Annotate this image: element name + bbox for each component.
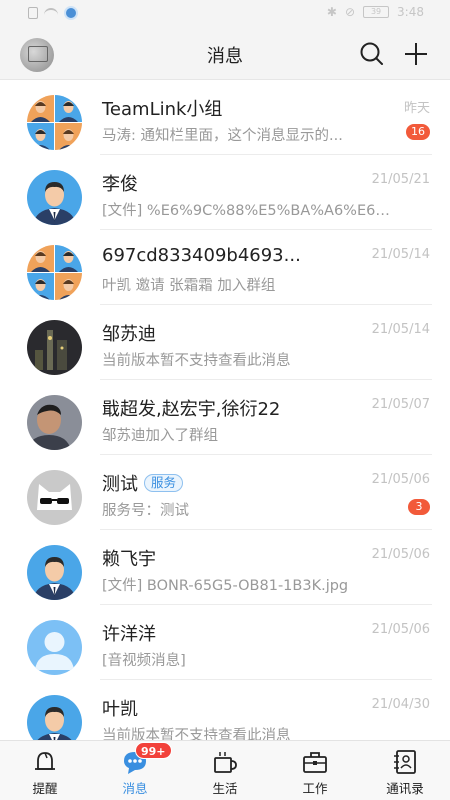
- tab-chat-bubble[interactable]: 消息 99+: [90, 741, 180, 800]
- conversation-name-wrap: 戢超发,赵宏宇,徐衍22: [102, 395, 280, 421]
- conversation-item[interactable]: 697cd833409b4693... 叶凯 邀请 张霜霜 加入群组 21/05/1…: [0, 230, 450, 305]
- conversation-avatar[interactable]: [27, 545, 82, 600]
- bell-icon: [31, 748, 59, 776]
- conversation-name-wrap: 赖飞宇: [102, 545, 156, 571]
- cup-icon: [211, 748, 239, 776]
- conversation-name: TeamLink小组: [102, 99, 223, 120]
- status-bar-right: ✱ ⊘ 39 3:48: [327, 5, 424, 19]
- conversation-preview: [音视频消息]: [102, 653, 186, 669]
- plus-icon: [405, 43, 427, 65]
- conversation-avatar[interactable]: [27, 395, 82, 450]
- conversation-preview: 当前版本暂不支持查看此消息: [102, 353, 291, 369]
- conversation-time: 21/05/07: [371, 397, 430, 412]
- conversation-avatar[interactable]: [27, 620, 82, 675]
- conversation-avatar[interactable]: [27, 170, 82, 225]
- tab-label: 提醒: [32, 781, 58, 796]
- app-notification-icon: [64, 6, 78, 20]
- conversation-time: 21/05/14: [371, 247, 430, 262]
- conversation-name-wrap: 697cd833409b4693...: [102, 245, 301, 266]
- conversation-item[interactable]: 邹苏迪当前版本暂不支持查看此消息 21/05/14: [0, 305, 450, 380]
- conversation-item[interactable]: TeamLink小组马涛: 通知栏里面，这个消息显示的... 昨天 16: [0, 80, 450, 155]
- conversation-name: 赖飞宇: [102, 549, 156, 570]
- status-bar-left: [28, 6, 78, 20]
- my-avatar[interactable]: [20, 38, 54, 72]
- tab-label: 生活: [212, 781, 238, 796]
- conversation-name: 李俊: [102, 174, 138, 195]
- conversation-avatar[interactable]: [27, 695, 82, 740]
- tab-label: 通讯录: [386, 781, 424, 796]
- unread-badge: 3: [408, 499, 430, 515]
- tab-bell[interactable]: 提醒: [0, 741, 90, 800]
- tab-cup[interactable]: 生活: [180, 741, 270, 800]
- tab-contacts[interactable]: 通讯录: [360, 741, 450, 800]
- conversation-name: 戢超发,赵宏宇,徐衍22: [102, 399, 281, 420]
- search-button[interactable]: [358, 40, 386, 68]
- briefcase-icon: [301, 748, 329, 776]
- conversation-name: 叶凯: [102, 699, 138, 720]
- conversation-name: 697cd833409b4693...: [102, 245, 301, 266]
- add-button[interactable]: [402, 40, 430, 68]
- conversation-name-wrap: 叶凯: [102, 695, 138, 721]
- conversation-preview: [文件] %E6%9C%88%E5%BA%A6%E6%B1...: [102, 203, 392, 219]
- conversation-item[interactable]: 叶凯当前版本暂不支持查看此消息 21/04/30: [0, 680, 450, 740]
- conversation-preview: 当前版本暂不支持查看此消息: [102, 728, 291, 740]
- tab-briefcase[interactable]: 工作: [270, 741, 360, 800]
- conversation-preview: [文件] BONR-65G5-OB81-1B3K.jpg: [102, 578, 349, 594]
- mute-icon: ⊘: [344, 5, 356, 19]
- conversation-name-wrap: 李俊: [102, 170, 138, 196]
- conversation-time: 21/05/21: [371, 172, 430, 187]
- service-tag: 服务: [144, 474, 184, 492]
- contacts-icon: [391, 748, 419, 776]
- wifi-icon: [44, 8, 58, 18]
- tab-label: 消息: [122, 781, 148, 796]
- conversation-preview: 服务号：测试: [102, 503, 189, 519]
- conversation-name: 邹苏迪: [102, 324, 156, 345]
- conversation-item[interactable]: 李俊 [文件] %E6%9C%88%E5%BA%A6%E6%B1... 21/05/…: [0, 155, 450, 230]
- conversation-preview: 叶凯 邀请 张霜霜 加入群组: [102, 278, 276, 294]
- conversation-preview: 马涛: 通知栏里面，这个消息显示的...: [102, 128, 343, 144]
- bluetooth-icon: ✱: [326, 5, 337, 19]
- conversation-avatar[interactable]: [27, 470, 82, 525]
- tab-label: 工作: [302, 781, 328, 796]
- conversation-name-wrap: 许洋洋: [102, 620, 156, 646]
- bottom-tab-bar: 提醒 消息 99+ 生活 工作 通讯录: [0, 740, 450, 800]
- conversation-avatar[interactable]: [27, 95, 82, 150]
- conversation-time: 21/05/06: [371, 472, 430, 487]
- conversation-name: 许洋洋: [102, 624, 156, 645]
- conversation-item[interactable]: 测试 服务服务号：测试 21/05/06 3: [0, 455, 450, 530]
- conversation-name-wrap: 邹苏迪: [102, 320, 156, 346]
- conversation-avatar[interactable]: [27, 245, 82, 300]
- conversation-time: 21/05/06: [371, 622, 430, 637]
- conversation-name-wrap: 测试 服务: [102, 470, 184, 496]
- top-header: 消息: [0, 28, 450, 80]
- conversation-list[interactable]: TeamLink小组马涛: 通知栏里面，这个消息显示的... 昨天 16 李俊 [文件]…: [0, 80, 450, 740]
- unread-badge: 16: [406, 124, 430, 140]
- status-bar: ✱ ⊘ 39 3:48: [0, 0, 450, 28]
- conversation-avatar[interactable]: [27, 320, 82, 375]
- sim-icon: [28, 7, 38, 19]
- status-time: 3:48: [397, 5, 424, 19]
- conversation-time: 昨天: [403, 101, 430, 116]
- conversation-time: 21/05/06: [371, 547, 430, 562]
- conversation-item[interactable]: 戢超发,赵宏宇,徐衍22 邹苏迪加入了群组 21/05/07: [0, 380, 450, 455]
- search-icon: [360, 42, 383, 65]
- conversation-name: 测试: [102, 474, 138, 495]
- conversation-time: 21/04/30: [371, 697, 430, 712]
- conversation-name-wrap: TeamLink小组: [102, 95, 222, 121]
- conversation-preview: 邹苏迪加入了群组: [102, 428, 218, 444]
- tab-badge: 99+: [135, 742, 172, 759]
- battery-icon: 39: [363, 6, 390, 18]
- conversation-item[interactable]: 许洋洋 [音视频消息] 21/05/06: [0, 605, 450, 680]
- conversation-item[interactable]: 赖飞宇 [文件] BONR-65G5-OB81-1B3K.jpg 21/05/06: [0, 530, 450, 605]
- conversation-time: 21/05/14: [371, 322, 430, 337]
